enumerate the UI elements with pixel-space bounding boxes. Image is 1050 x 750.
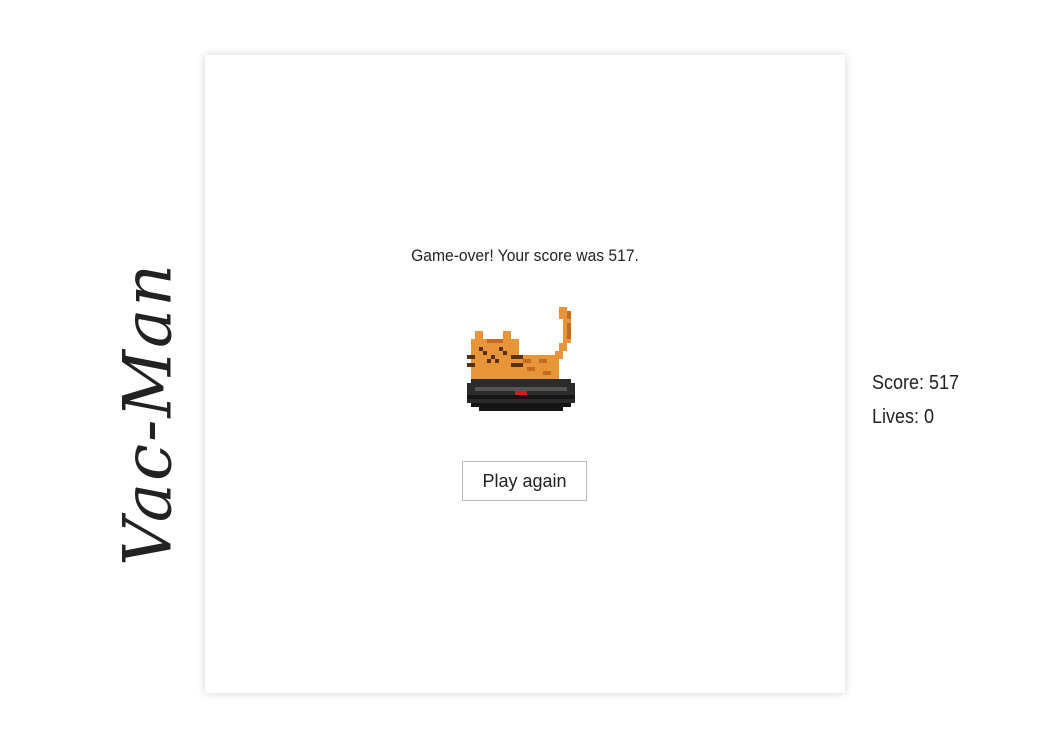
cat-ears (475, 331, 511, 339)
score-display: Score: 517 (872, 372, 960, 394)
play-again-button[interactable]: Play again (462, 461, 587, 501)
game-board: Game-over! Your score was 517. Play agai… (205, 55, 845, 693)
robot-vacuum (467, 379, 575, 411)
game-title: Vac-Man (109, 262, 187, 567)
vacuum-led (515, 391, 527, 395)
cat-on-robot-vacuum-icon (467, 307, 575, 411)
game-over-message: Game-over! Your score was 517. (411, 246, 639, 265)
title-area: Vac-Man (0, 0, 205, 750)
lives-display: Lives: 0 (872, 406, 935, 428)
stats-panel: Score: 517 Lives: 0 (872, 366, 969, 434)
